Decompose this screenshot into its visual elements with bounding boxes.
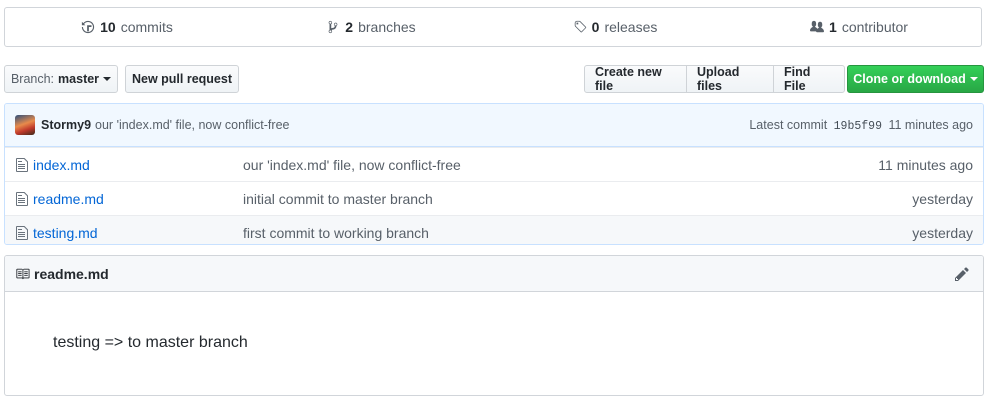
readme-panel: readme.md testing => to master branch [4, 255, 984, 396]
branches-label: branches [358, 19, 416, 35]
readme-filename: readme.md [34, 265, 109, 282]
find-file-button[interactable]: Find File [773, 65, 845, 93]
file-age: yesterday [912, 224, 973, 241]
latest-commit-prefix: Latest commit [749, 117, 828, 132]
file-name-link[interactable]: testing.md [33, 225, 243, 241]
releases-link[interactable]: 0 releases [493, 19, 737, 35]
book-icon [16, 268, 30, 279]
branch-prefix: Branch: [10, 72, 55, 86]
upload-files-button[interactable]: Upload files [686, 65, 774, 93]
table-row: index.md our 'index.md' file, now confli… [5, 147, 983, 181]
table-row: readme.md initial commit to master branc… [5, 181, 983, 215]
contributors-link[interactable]: 1 contributor [737, 19, 981, 35]
file-age: 11 minutes ago [878, 156, 973, 173]
branch-name: master [58, 72, 100, 86]
tag-icon [574, 20, 586, 33]
file-icon [16, 157, 28, 172]
history-icon [82, 20, 95, 34]
file-commit-message[interactable]: our 'index.md' file, now conflict-free [243, 157, 878, 173]
latest-commit-info: Latest commit 19b5f99 11 minutes ago [749, 118, 973, 133]
file-age: yesterday [912, 190, 973, 207]
commit-author[interactable]: Stormy9 [41, 118, 91, 132]
commit-message[interactable]: our 'index.md' file, now conflict-free [95, 118, 289, 132]
git-branch-icon [328, 20, 338, 34]
file-name-link[interactable]: readme.md [33, 191, 243, 207]
branch-select-button[interactable]: Branch: master [4, 65, 118, 93]
commits-link[interactable]: 10 commits [5, 19, 249, 35]
releases-label: releases [604, 19, 658, 35]
file-commit-message[interactable]: first commit to working branch [243, 225, 912, 241]
file-name-link[interactable]: index.md [33, 157, 243, 173]
file-actions-group: Create new file Upload files Find File [584, 65, 845, 93]
branches-link[interactable]: 2 branches [249, 19, 493, 35]
file-navigation-toolbar: Branch: master New pull request Create n… [4, 65, 984, 93]
file-commit-message[interactable]: initial commit to master branch [243, 191, 912, 207]
branches-count: 2 [345, 19, 354, 35]
clone-or-download-button[interactable]: Clone or download [847, 65, 984, 93]
avatar[interactable] [15, 115, 35, 135]
clone-or-download-label: Clone or download [853, 72, 966, 86]
repo-summary-bar: 10 commits 2 branches 0 releases 1 contr… [4, 7, 982, 47]
table-row: testing.md first commit to working branc… [5, 215, 983, 244]
file-icon [16, 225, 28, 240]
releases-count: 0 [591, 19, 600, 35]
commit-sha[interactable]: 19b5f99 [834, 120, 882, 133]
caret-down-icon [103, 77, 112, 81]
latest-commit-bar: Stormy9 our 'index.md' file, now conflic… [5, 104, 983, 147]
commits-label: commits [120, 19, 173, 35]
commit-age: 11 minutes ago [888, 117, 973, 132]
new-pull-request-button[interactable]: New pull request [125, 65, 239, 93]
readme-header: readme.md [5, 256, 983, 292]
pencil-icon[interactable] [955, 266, 969, 282]
readme-content: testing => to master branch [53, 334, 248, 351]
file-list: Stormy9 our 'index.md' file, now conflic… [4, 103, 984, 245]
caret-down-icon [969, 77, 978, 81]
contributors-label: contributor [841, 19, 908, 35]
create-new-file-button[interactable]: Create new file [584, 65, 687, 93]
people-icon [810, 20, 825, 33]
contributors-count: 1 [829, 19, 837, 35]
file-icon [16, 191, 28, 206]
commits-count: 10 [100, 19, 116, 35]
